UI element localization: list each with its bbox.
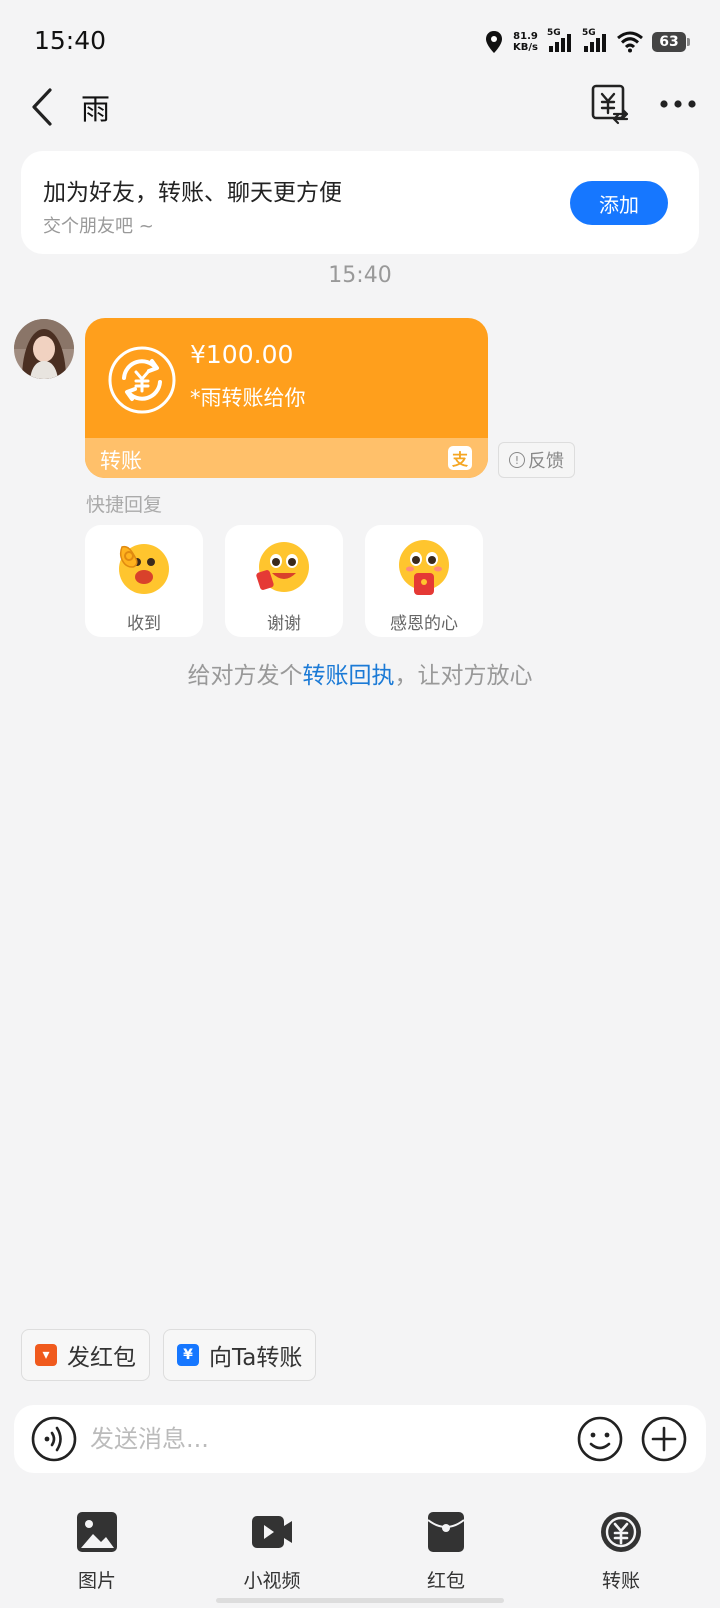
message-input-bar (14, 1405, 706, 1473)
plus-icon[interactable] (640, 1415, 688, 1463)
banner-subtitle: 交个朋友吧 ~ (43, 216, 154, 237)
transfer-receipt-link[interactable]: 转账回执 (303, 663, 395, 689)
image-icon (77, 1512, 117, 1552)
add-friend-button[interactable]: 添加 (570, 181, 668, 225)
quick-reply-text: 收到 (127, 614, 161, 634)
feedback-button[interactable]: ! 反馈 (498, 442, 575, 478)
signal-type-label: 5G (547, 28, 561, 38)
location-icon (486, 31, 503, 53)
toolbar-label: 红包 (426, 1570, 465, 1592)
transfer-yuan-icon: ¥ (177, 1344, 199, 1366)
quick-reply-label: 快捷回复 (86, 494, 163, 516)
toolbar-label: 图片 (77, 1570, 116, 1592)
message-input[interactable] (90, 1417, 560, 1461)
transfer-record-icon[interactable] (590, 82, 630, 126)
quick-reply-grateful[interactable]: 感恩的心 (365, 525, 483, 637)
chat-header: 雨 (0, 82, 720, 132)
emoji-icon[interactable] (576, 1415, 624, 1463)
status-icons: 81.9 KB/s 5G 5G 63 (484, 26, 690, 58)
quick-reply-received[interactable]: 收到 (85, 525, 203, 637)
thanks-emoji-icon (256, 542, 309, 592)
info-icon: ! (509, 452, 525, 468)
toolbar-item-video[interactable]: 小视频 (212, 1510, 332, 1592)
chat-screen: 15:40 81.9 KB/s 5G 5G 63 雨 加为好友，转账、聊天更方便… (0, 0, 720, 1608)
quick-reply-text: 谢谢 (267, 614, 301, 634)
toolbar-label: 小视频 (243, 1570, 301, 1592)
toolbar-item-photos[interactable]: 图片 (37, 1510, 157, 1592)
back-button[interactable] (24, 86, 64, 128)
page-title: 雨 (81, 92, 111, 126)
receipt-hint-after: ，让对方放心 (394, 663, 533, 689)
grateful-emoji-icon (399, 540, 449, 595)
transfer-icon (601, 1512, 641, 1552)
transfer-message-card[interactable]: ¥100.00 *雨转账给你 转账 支 (85, 318, 488, 478)
video-icon (252, 1516, 292, 1548)
transfer-yuan-icon (108, 346, 176, 414)
transfer-to-ta-label: 向Ta转账 (209, 1345, 303, 1371)
voice-icon[interactable] (30, 1415, 78, 1463)
network-speed-value: 81.9 (513, 31, 538, 42)
battery-icon: 63 (652, 32, 690, 52)
toolbar-item-transfer[interactable]: 转账 (561, 1510, 681, 1592)
more-icon[interactable] (660, 94, 696, 114)
wifi-icon (617, 31, 643, 53)
transfer-amount: ¥100.00 (190, 340, 294, 369)
toolbar-item-red-packet[interactable]: 红包 (386, 1510, 506, 1592)
avatar[interactable] (14, 319, 74, 379)
red-packet-icon (427, 1512, 465, 1552)
network-speed-unit: KB/s (513, 42, 538, 53)
home-indicator[interactable] (216, 1598, 504, 1603)
ok-hand-emoji-icon (119, 544, 169, 594)
signal-icon: 5G (547, 28, 573, 54)
network-speed: 81.9 KB/s (513, 31, 538, 53)
toolbar-label: 转账 (601, 1570, 640, 1592)
quick-reply-text: 感恩的心 (390, 614, 458, 634)
transfer-to-ta-button[interactable]: ¥ 向Ta转账 (163, 1329, 317, 1381)
transfer-description: *雨转账给你 (190, 386, 306, 410)
transfer-card-footer: 转账 支 (85, 438, 488, 478)
message-timestamp: 15:40 (328, 263, 392, 288)
signal-icon: 5G (582, 28, 608, 54)
signal-type-label: 5G (582, 28, 596, 38)
transfer-card-label: 转账 (100, 449, 142, 473)
send-red-packet-button[interactable]: ▾ 发红包 (21, 1329, 150, 1381)
feedback-label: 反馈 (528, 451, 564, 472)
red-packet-icon: ▾ (35, 1344, 57, 1366)
banner-title: 加为好友，转账、聊天更方便 (43, 180, 342, 206)
status-bar: 15:40 81.9 KB/s 5G 5G 63 (0, 0, 720, 82)
status-time: 15:40 (34, 26, 107, 55)
add-friend-banner: 加为好友，转账、聊天更方便 交个朋友吧 ~ 添加 (21, 151, 699, 254)
receipt-hint-before: 给对方发个 (187, 663, 303, 689)
alipay-icon: 支 (448, 446, 472, 470)
quick-reply-thanks[interactable]: 谢谢 (225, 525, 343, 637)
transfer-receipt-hint: 给对方发个转账回执，让对方放心 (0, 656, 720, 690)
red-packet-label: 发红包 (67, 1345, 136, 1371)
